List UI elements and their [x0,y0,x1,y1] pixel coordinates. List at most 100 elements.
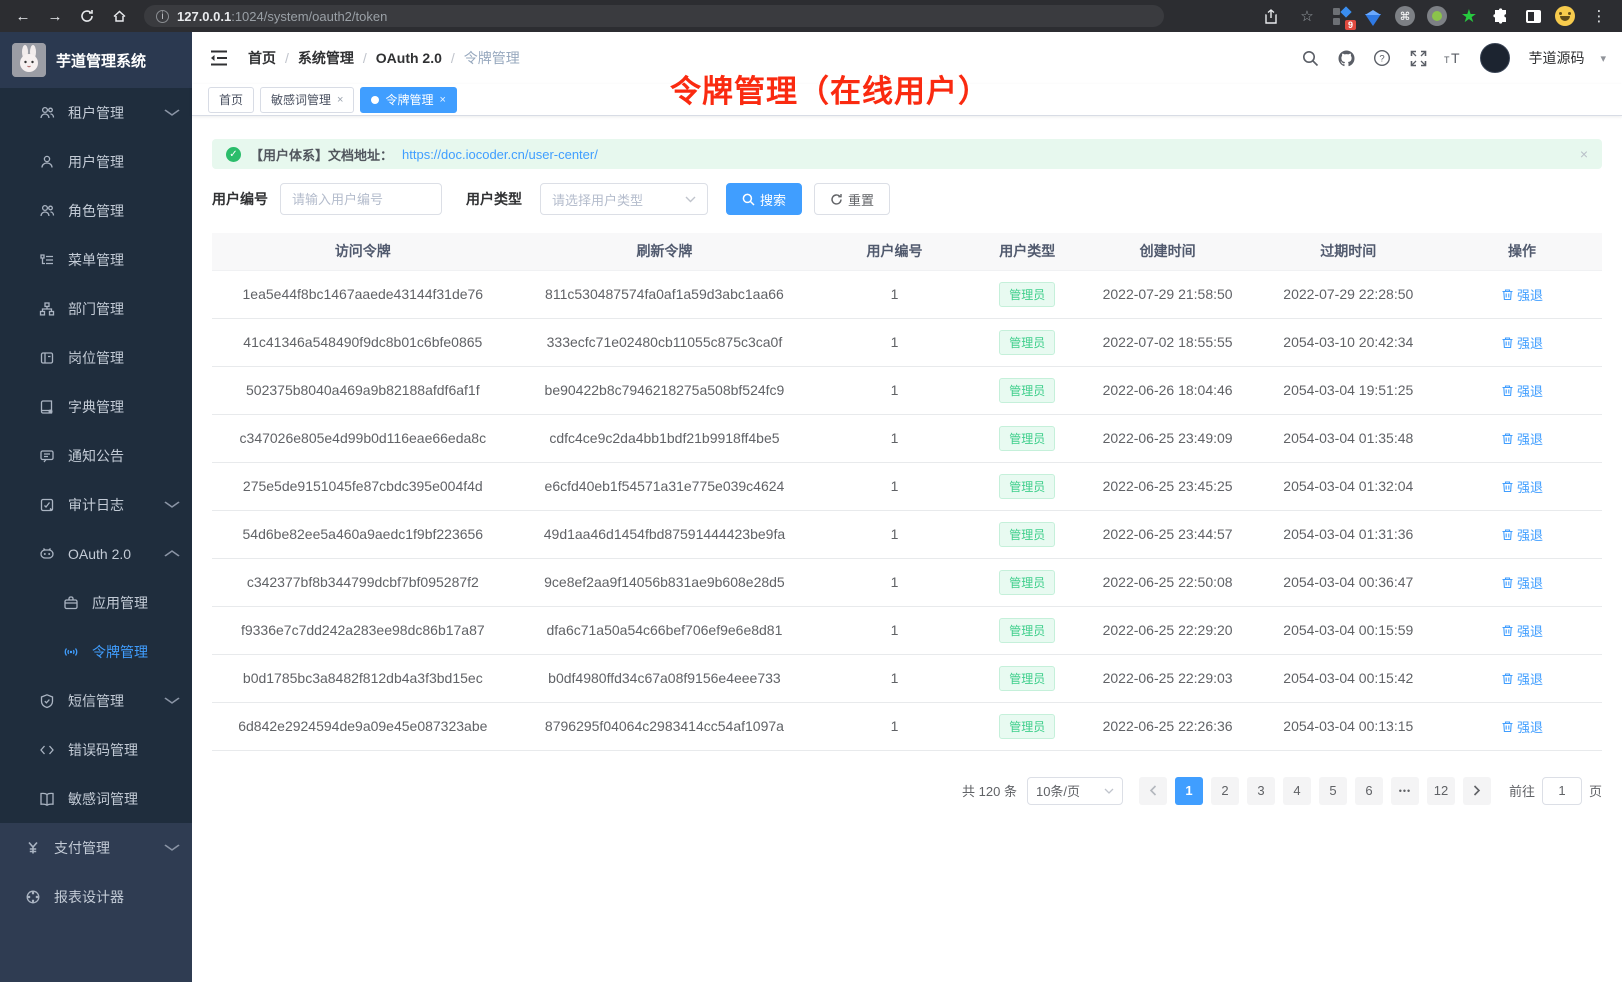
reset-button[interactable]: 重置 [814,183,890,215]
breadcrumb-separator: / [363,50,367,66]
prev-page-button[interactable] [1139,777,1167,805]
chevron-down-icon [164,844,181,851]
sidebar-item-label: 岗位管理 [68,348,124,368]
page-button-1[interactable]: 1 [1175,777,1203,805]
breadcrumb-item[interactable]: OAuth 2.0 [376,50,442,66]
sidebar-item-字典管理[interactable]: 字典管理 [0,382,192,431]
extension-grid-icon[interactable]: 9 [1330,5,1352,27]
page-button-6[interactable]: 6 [1355,777,1383,805]
url-bar[interactable]: i 127.0.0.1:1024/system/oauth2/token [144,5,1164,27]
sidebar-item-租户管理[interactable]: 租户管理 [0,88,192,137]
user-id-cell: 1 [815,462,973,510]
user-id-cell: 1 [815,414,973,462]
dict-icon [38,398,55,415]
page-button-3[interactable]: 3 [1247,777,1275,805]
tab-close-icon[interactable]: × [439,94,445,106]
command-extension-icon[interactable]: ⌘ [1394,5,1416,27]
user-menu-caret-icon[interactable]: ▾ [1600,52,1606,65]
sidebar-item-用户管理[interactable]: 用户管理 [0,137,192,186]
fullscreen-icon[interactable] [1408,48,1428,68]
access-token-cell: b0d1785bc3a8482f812db4a3f3bd15ec [212,654,514,702]
page-button-12[interactable]: 12 [1427,777,1455,805]
force-logout-button[interactable]: 强退 [1501,669,1543,688]
chevron-up-icon [164,550,181,557]
collapse-sidebar-icon[interactable] [208,47,230,69]
side-panel-icon[interactable] [1522,5,1544,27]
force-logout-button[interactable]: 强退 [1501,429,1543,448]
share-icon[interactable] [1258,3,1284,29]
page-button-5[interactable]: 5 [1319,777,1347,805]
goto-page-input[interactable] [1542,777,1582,805]
username[interactable]: 芋道源码 [1528,48,1584,68]
page-button-4[interactable]: 4 [1283,777,1311,805]
force-logout-button[interactable]: 强退 [1501,525,1543,544]
green-star-extension-icon[interactable]: ★ [1458,5,1480,27]
search-icon[interactable] [1300,48,1320,68]
user-type-badge: 管理员 [999,522,1055,547]
forward-icon[interactable]: → [42,3,68,29]
next-page-button[interactable] [1463,777,1491,805]
create-time-cell: 2022-06-25 22:29:20 [1081,606,1255,654]
help-icon[interactable]: ? [1372,48,1392,68]
sidebar-item-通知公告[interactable]: 通知公告 [0,431,192,480]
tab-敏感词管理[interactable]: 敏感词管理× [260,87,354,113]
sidebar-item-报表设计器[interactable]: 报表设计器 [0,872,192,921]
breadcrumb-item[interactable]: 系统管理 [298,48,354,68]
expire-time-cell: 2054-03-04 19:51:25 [1254,366,1442,414]
tab-close-icon[interactable]: × [337,94,343,106]
home-icon[interactable] [106,3,132,29]
page-size-select[interactable]: 10条/页 [1027,777,1123,805]
force-logout-button[interactable]: 强退 [1501,717,1543,736]
back-icon[interactable]: ← [10,3,36,29]
font-size-icon[interactable]: TT [1444,48,1464,68]
sidebar-item-支付管理[interactable]: 支付管理 [0,823,192,872]
github-icon[interactable] [1336,48,1356,68]
user-type-select[interactable]: 请选择用户类型 [540,183,708,215]
expire-time-cell: 2054-03-04 01:32:04 [1254,462,1442,510]
record-extension-icon[interactable] [1426,5,1448,27]
sidebar-item-OAuth 2.0[interactable]: OAuth 2.0 [0,529,192,578]
force-logout-button[interactable]: 强退 [1501,333,1543,352]
search-button[interactable]: 搜索 [726,183,802,215]
success-check-icon: ✓ [226,147,241,162]
extension-badge: 9 [1345,20,1356,30]
create-time-cell: 2022-06-25 23:45:25 [1081,462,1255,510]
sidebar-item-岗位管理[interactable]: 岗位管理 [0,333,192,382]
sidebar-item-菜单管理[interactable]: 菜单管理 [0,235,192,284]
profile-avatar-icon[interactable] [1554,5,1576,27]
audit-icon [38,496,55,513]
breadcrumb-item[interactable]: 首页 [248,48,276,68]
reload-icon[interactable] [74,3,100,29]
report-icon [24,888,41,905]
browser-menu-icon[interactable]: ⋮ [1586,3,1612,29]
page-button-2[interactable]: 2 [1211,777,1239,805]
sidebar-item-错误码管理[interactable]: 错误码管理 [0,725,192,774]
refresh-token-cell: b0df4980ffd34c67a08f9156e4eee733 [514,654,816,702]
tab-首页[interactable]: 首页 [208,87,254,113]
sidebar-item-应用管理[interactable]: 应用管理 [0,578,192,627]
force-logout-button[interactable]: 强退 [1501,573,1543,592]
access-token-cell: c342377bf8b344799dcbf7bf095287f2 [212,558,514,606]
sidebar-item-审计日志[interactable]: 审计日志 [0,480,192,529]
tab-令牌管理[interactable]: 令牌管理× [360,87,456,113]
puzzle-extensions-icon[interactable] [1490,5,1512,27]
gem-extension-icon[interactable] [1362,5,1384,27]
force-logout-button[interactable]: 强退 [1501,477,1543,496]
sidebar-item-令牌管理[interactable]: 令牌管理 [0,627,192,676]
force-logout-button[interactable]: 强退 [1501,381,1543,400]
sidebar-item-短信管理[interactable]: 短信管理 [0,676,192,725]
force-logout-button[interactable]: 强退 [1501,285,1543,304]
site-info-icon[interactable]: i [156,10,169,23]
sidebar-item-部门管理[interactable]: 部门管理 [0,284,192,333]
column-header: 操作 [1442,233,1602,270]
force-logout-button[interactable]: 强退 [1501,621,1543,640]
bookmark-star-icon[interactable]: ☆ [1294,3,1320,29]
page-ellipsis-button[interactable]: ••• [1391,777,1419,805]
alert-close-icon[interactable]: × [1580,146,1588,162]
sidebar-item-敏感词管理[interactable]: 敏感词管理 [0,774,192,823]
doc-link[interactable]: https://doc.iocoder.cn/user-center/ [402,147,598,162]
create-time-cell: 2022-06-25 23:49:09 [1081,414,1255,462]
sidebar-item-角色管理[interactable]: 角色管理 [0,186,192,235]
user-avatar[interactable] [1480,43,1510,73]
user-id-input[interactable] [280,183,442,215]
